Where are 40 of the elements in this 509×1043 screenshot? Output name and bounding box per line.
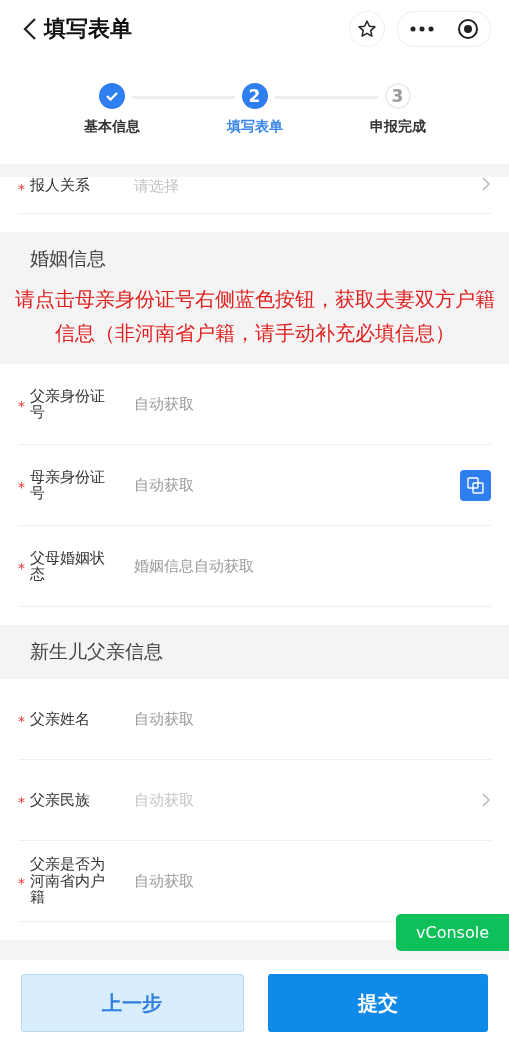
input-field[interactable]: 自动获取 — [134, 475, 460, 495]
back-icon[interactable] — [22, 17, 38, 41]
field-label: 父亲身份证号 — [30, 387, 106, 421]
input-field[interactable]: 婚姻信息自动获取 — [134, 556, 491, 576]
more-icon[interactable] — [409, 26, 434, 32]
step-label: 填写表单 — [226, 118, 283, 136]
select-field[interactable]: 请选择 — [134, 177, 481, 196]
field-label: 父母婚姻状态 — [30, 549, 106, 583]
input-field[interactable]: 自动获取 — [134, 394, 491, 414]
field-label: 父亲是否为河南省内户籍 — [30, 856, 106, 906]
required-mark: * — [18, 793, 26, 810]
vconsole-button[interactable]: vConsole — [396, 914, 509, 951]
step-label: 基本信息 — [83, 118, 140, 136]
previous-button[interactable]: 上一步 — [21, 974, 244, 1032]
required-mark: * — [18, 559, 26, 576]
field-label: 母亲身份证号 — [30, 468, 106, 502]
field-label: 报人关系 — [30, 177, 91, 194]
step-number: 3 — [384, 83, 411, 109]
section-title: 婚姻信息 — [29, 246, 107, 271]
chevron-right-icon — [481, 793, 491, 807]
select-field[interactable]: 自动获取 — [134, 790, 481, 810]
page-title: 填写表单 — [44, 15, 133, 43]
input-field[interactable]: 自动获取 — [134, 709, 491, 729]
required-mark: * — [18, 180, 26, 197]
copy-icon — [467, 476, 484, 494]
field-label: 父亲民族 — [30, 791, 91, 809]
required-mark: * — [18, 874, 26, 891]
required-mark: * — [18, 397, 26, 414]
star-icon — [357, 19, 377, 39]
required-mark: * — [18, 712, 26, 729]
required-mark: * — [18, 478, 26, 495]
step-number: 2 — [241, 83, 268, 109]
fetch-button[interactable] — [460, 469, 491, 501]
section-title: 新生儿父亲信息 — [29, 639, 164, 664]
input-field[interactable]: 自动获取 — [134, 871, 491, 891]
notice-text: 请点击母亲身份证号右侧蓝色按钮，获取夫妻双方户籍信息（非河南省户籍，请手动补充必填信息） — [13, 286, 496, 347]
step-label: 申报完成 — [369, 118, 426, 136]
chevron-right-icon — [481, 177, 491, 191]
submit-button[interactable]: 提交 — [267, 974, 488, 1032]
field-label: 父亲姓名 — [30, 710, 91, 728]
